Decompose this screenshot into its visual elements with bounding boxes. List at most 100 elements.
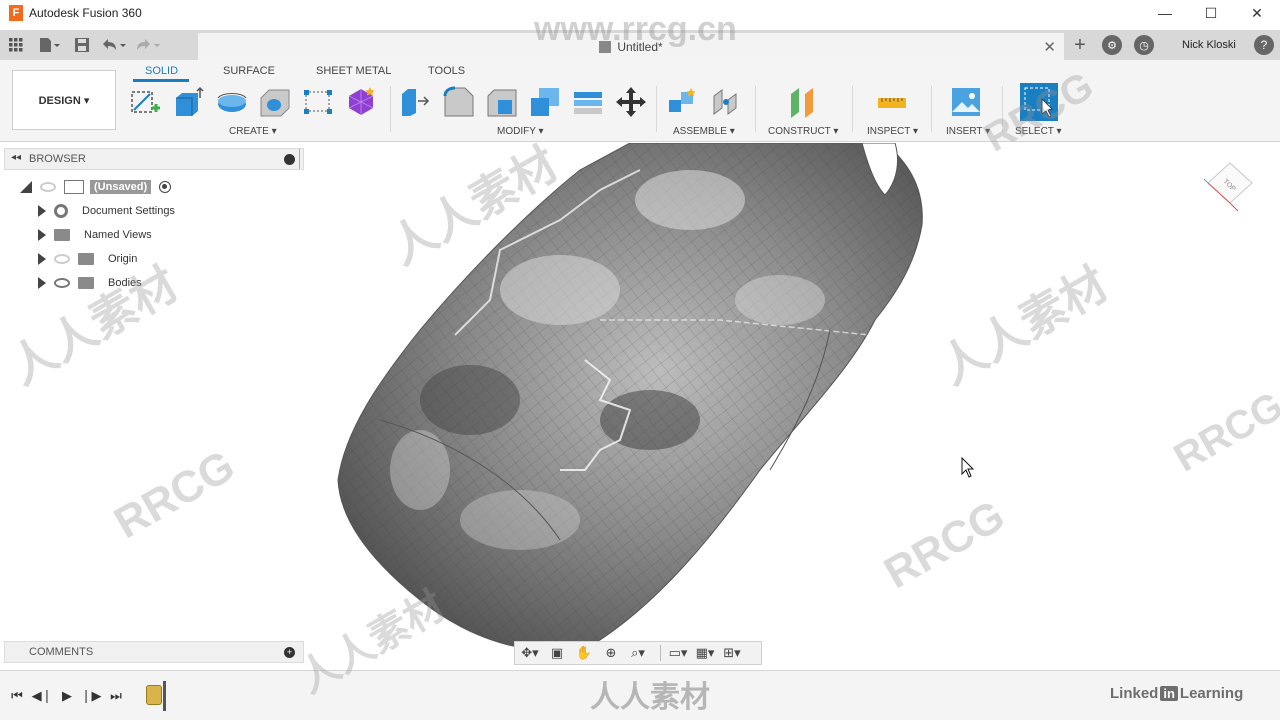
fit-zoom-icon[interactable]: ⌕▾ [627,644,649,662]
go-to-end-icon[interactable]: ⏭ [107,687,125,705]
group-modify[interactable]: MODIFY ▾ [497,126,544,137]
canvas-viewport[interactable]: TOP [0,142,1280,670]
toolbar-separator [390,86,391,132]
combine-icon[interactable] [529,86,561,118]
chamfer-icon[interactable] [486,86,518,118]
active-tab-indicator [133,79,189,82]
zoom-icon[interactable]: ⊕ [600,644,622,662]
tree-row-document-settings[interactable]: Document Settings [38,200,175,222]
toolbar-separator [1002,86,1003,132]
pan-hand-icon[interactable]: ✋ [573,644,595,662]
tab-solid[interactable]: SOLID [145,65,178,77]
extensions-icon[interactable]: ⚙ [1102,35,1122,55]
minimize-button[interactable]: — [1142,0,1188,26]
create-form-icon[interactable] [345,86,377,118]
hole-icon[interactable] [259,86,291,118]
collapse-panel-icon[interactable]: ◂◂ [11,152,21,163]
fillet-icon[interactable] [443,86,475,118]
add-comment-icon[interactable]: + [284,647,295,658]
construction-points-icon[interactable] [302,86,334,118]
joint-icon[interactable] [710,86,742,118]
step-forward-icon[interactable]: ❘▶ [81,687,102,705]
tab-surface[interactable]: SURFACE [223,65,275,77]
create-sketch-icon[interactable] [130,86,162,118]
new-component-icon[interactable] [667,86,699,118]
toolbar-separator [755,86,756,132]
group-assemble[interactable]: ASSEMBLE ▾ [673,126,735,137]
comments-title: COMMENTS [29,646,94,658]
group-insert[interactable]: INSERT ▾ [946,126,990,137]
step-back-icon[interactable]: ◀❘ [32,687,53,705]
look-at-icon[interactable]: ▣ [546,644,568,662]
offset-plane-icon[interactable] [788,86,820,118]
close-button[interactable]: ✕ [1234,0,1280,26]
expand-triangle-icon[interactable] [38,229,46,241]
redo-icon[interactable] [135,32,161,58]
timeline-feature-mesh-icon[interactable] [146,685,162,705]
tree-row-origin[interactable]: Origin [38,248,137,270]
move-copy-icon[interactable] [615,86,647,118]
root-component-label: (Unsaved) [90,180,152,194]
document-tab[interactable]: Untitled* ✕ [198,33,1064,60]
tab-sheet-metal[interactable]: SHEET METAL [316,65,391,77]
title-bar: F Autodesk Fusion 360 — ☐ ✕ [0,0,1280,26]
tree-row-bodies[interactable]: Bodies [38,272,142,294]
linkedin-learning-watermark: Linked in Learning [1110,685,1243,702]
press-pull-icon[interactable] [400,86,432,118]
ribbon-toolbar: DESIGN ▾ SOLID SURFACE SHEET METAL TOOLS… [0,60,1280,142]
expand-triangle-icon[interactable] [38,253,46,265]
group-construct[interactable]: CONSTRUCT ▾ [768,126,838,137]
undo-icon[interactable] [101,32,127,58]
save-icon[interactable] [69,32,95,58]
maximize-button[interactable]: ☐ [1188,0,1234,26]
group-create[interactable]: CREATE ▾ [229,126,277,137]
expand-triangle-icon[interactable] [20,181,32,193]
visibility-eye-icon[interactable] [40,182,56,192]
tree-item-label: Document Settings [82,205,175,217]
timeline-marker-handle[interactable] [163,681,166,711]
job-status-clock-icon[interactable]: ◷ [1134,35,1154,55]
new-tab-plus-icon[interactable]: + [1068,33,1092,57]
toolbar-separator [852,86,853,132]
play-icon[interactable]: ▶ [58,687,76,705]
insert-image-icon[interactable] [950,86,982,118]
orbit-icon[interactable]: ✥▾ [519,644,541,662]
nav-separator [660,645,661,661]
viewports-icon[interactable]: ⊞▾ [721,644,743,662]
folder-icon [78,277,94,289]
help-icon[interactable]: ? [1254,35,1274,55]
user-name[interactable]: Nick Kloski [1182,39,1236,51]
tree-row-root[interactable]: (Unsaved) [20,176,172,198]
watermark-text: Learning [1179,685,1244,702]
file-menu-icon[interactable] [37,32,63,58]
go-to-start-icon[interactable]: ⏮ [8,687,26,705]
display-settings-icon[interactable]: ▭▾ [667,644,689,662]
mesh-body[interactable] [337,142,923,651]
measure-icon[interactable] [876,86,908,118]
viewcube[interactable]: TOP [1203,162,1253,212]
document-tab-close-icon[interactable]: ✕ [1043,38,1056,56]
app-title: Autodesk Fusion 360 [29,6,142,20]
visibility-eye-icon[interactable] [54,278,70,288]
browser-minimize-icon[interactable] [284,154,295,165]
grid-settings-icon[interactable]: ▦▾ [694,644,716,662]
revolve-icon[interactable] [216,86,248,118]
visibility-eye-icon[interactable] [54,254,70,264]
tree-row-named-views[interactable]: Named Views [38,224,152,246]
expand-triangle-icon[interactable] [38,277,46,289]
group-select[interactable]: SELECT ▾ [1015,126,1062,137]
group-inspect[interactable]: INSPECT ▾ [867,126,918,137]
shell-layers-icon[interactable] [572,86,604,118]
expand-triangle-icon[interactable] [38,205,46,217]
browser-title: BROWSER [29,153,86,165]
panel-resize-grip[interactable] [299,149,303,169]
gear-icon [54,204,68,218]
tab-tools[interactable]: TOOLS [428,65,465,77]
quick-access-right: + ⚙ ◷ Nick Kloski [1068,30,1236,60]
extrude-icon[interactable] [173,86,205,118]
workspace-switcher-button[interactable]: DESIGN ▾ [12,70,116,130]
select-icon[interactable] [1020,83,1058,121]
mouse-cursor-icon [961,456,975,478]
data-panel-grid-icon[interactable] [3,32,29,58]
activate-component-radio[interactable] [159,181,172,193]
